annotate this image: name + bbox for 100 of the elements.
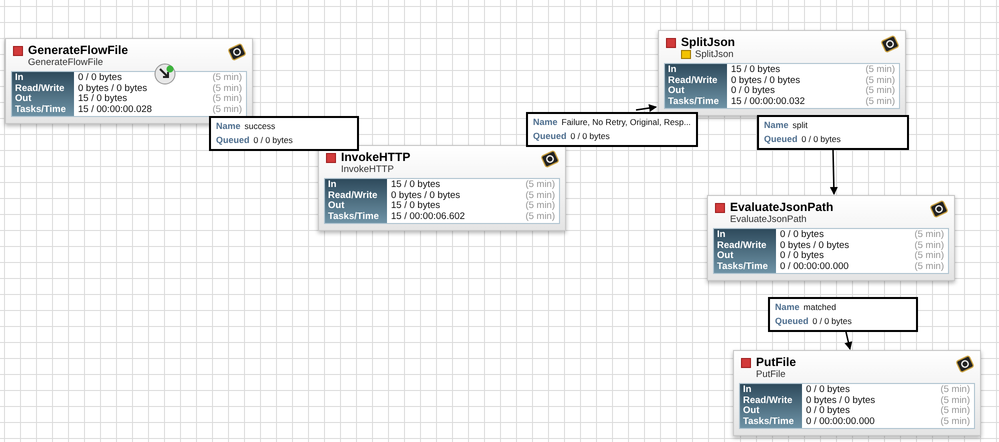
- connection-label[interactable]: Name matched Queued 0 / 0 bytes: [768, 297, 918, 332]
- stat-value: 15 / 0 bytes: [731, 65, 780, 76]
- stat-value: 0 bytes / 0 bytes: [731, 76, 800, 86]
- stat-value: 0 bytes / 0 bytes: [780, 240, 850, 251]
- stat-window: (5 min): [940, 416, 970, 427]
- stat-value: 0 bytes / 0 bytes: [806, 396, 876, 406]
- processor-name: GenerateFlowFile: [28, 43, 130, 57]
- connection-label[interactable]: Name success Queued 0 / 0 bytes: [209, 116, 359, 151]
- processor-node[interactable]: SplitJson SplitJson In Read/Write Out Tasks/Time 15 / 0 bytes (5 min) 0 bytes / 0 bytes (5 min) 0 / 0 bytes (5 min) 15 / 00:00:00.032 (5 min): [658, 30, 906, 116]
- processor-type: GenerateFlowFile: [28, 57, 103, 68]
- connection-name: Failure, No Retry, Original, Resp...: [562, 116, 691, 129]
- queued-value: 0 / 0 bytes: [254, 134, 293, 147]
- stat-window: (5 min): [865, 65, 895, 76]
- name-label: Name: [533, 116, 558, 129]
- stat-label: Read/Write: [668, 76, 718, 86]
- stat-value: 0 / 0 bytes: [780, 251, 824, 262]
- stopped-status-icon: [715, 203, 725, 213]
- stat-label: Read/Write: [15, 84, 66, 94]
- stat-label: Read/Write: [743, 396, 794, 406]
- connection-name: matched: [804, 301, 836, 314]
- stat-window: (5 min): [865, 76, 895, 86]
- queued-value: 0 / 0 bytes: [812, 315, 852, 328]
- stat-value: 15 / 00:00:00.028: [78, 104, 152, 115]
- stat-window: (5 min): [525, 212, 555, 222]
- name-label: Name: [775, 301, 800, 314]
- stat-label: Read/Write: [717, 240, 768, 251]
- processor-node[interactable]: EvaluateJsonPath EvaluateJsonPath In Read/Write Out Tasks/Time 0 / 0 bytes (5 min) 0 bytes / 0 bytes (5 min) 0 / 0 bytes (5 min) 0 / 00:00:00.000 (5 min): [707, 195, 955, 281]
- stat-label: In: [15, 73, 24, 84]
- stat-value: 0 / 00:00:00.000: [780, 262, 849, 272]
- processor-name: InvokeHTTP: [341, 150, 412, 164]
- name-label: Name: [764, 119, 789, 132]
- processor-name: EvaluateJsonPath: [730, 200, 834, 214]
- processor-type: SplitJson: [695, 49, 734, 60]
- connection-name: split: [792, 119, 808, 132]
- connection-label[interactable]: Name Failure, No Retry, Original, Resp... Queued 0 / 0 bytes: [526, 112, 698, 147]
- stat-window: (5 min): [525, 190, 555, 201]
- stat-window: (5 min): [212, 84, 242, 94]
- stopped-status-icon: [741, 358, 751, 368]
- connection-line[interactable]: [636, 104, 657, 112]
- stat-value: 0 bytes / 0 bytes: [391, 190, 460, 201]
- stat-window: (5 min): [940, 406, 970, 416]
- stat-window: (5 min): [914, 240, 944, 251]
- stat-label: Out: [668, 86, 686, 96]
- queued-value: 0 / 0 bytes: [570, 130, 610, 143]
- connection-line[interactable]: [844, 332, 852, 350]
- stat-label: In: [743, 385, 752, 396]
- processor-node[interactable]: PutFile PutFile In Read/Write Out Tasks/Time 0 / 0 bytes (5 min) 0 bytes / 0 bytes (5 min) 0 / 0 bytes (5 min) 0 / 00:00:00.000 (5 min): [733, 350, 981, 436]
- processor-name: SplitJson: [681, 35, 736, 49]
- stat-window: (5 min): [525, 180, 555, 190]
- stat-value: 0 / 0 bytes: [731, 86, 775, 96]
- stat-label: Read/Write: [328, 190, 378, 201]
- stat-value: 15 / 00:00:06.602: [391, 212, 465, 222]
- stat-label: Out: [328, 201, 346, 212]
- stat-window: (5 min): [525, 201, 555, 212]
- stat-label: Tasks/Time: [668, 96, 720, 107]
- processor-type: InvokeHTTP: [341, 164, 394, 175]
- queued-label: Queued: [764, 133, 798, 146]
- stat-window: (5 min): [914, 230, 944, 240]
- stat-window: (5 min): [940, 385, 970, 396]
- stat-label: Tasks/Time: [15, 104, 67, 115]
- processor-node[interactable]: GenerateFlowFile GenerateFlowFile In Read/Write Out Tasks/Time 0 / 0 bytes (5 min) 0 bytes / 0 bytes (5 min) 15 / 0 bytes (5 min) 15 / 00:00:00.028 (5 min): [5, 38, 253, 124]
- stopped-status-icon: [326, 153, 336, 163]
- stat-value: 0 / 00:00:00.000: [806, 416, 875, 427]
- stopped-status-icon: [13, 46, 23, 56]
- stopped-status-icon: [666, 38, 676, 48]
- connection-label[interactable]: Name split Queued 0 / 0 bytes: [757, 115, 909, 150]
- processor-type: EvaluateJsonPath: [730, 214, 807, 225]
- stat-window: (5 min): [914, 251, 944, 262]
- stat-window: (5 min): [865, 86, 895, 96]
- stat-window: (5 min): [212, 104, 242, 115]
- stat-window: (5 min): [940, 396, 970, 406]
- connect-icon[interactable]: [154, 63, 176, 85]
- stat-value: 15 / 00:00:00.032: [731, 96, 805, 107]
- stat-value: 15 / 0 bytes: [78, 94, 128, 104]
- queued-label: Queued: [216, 134, 250, 147]
- processor-node[interactable]: InvokeHTTP InvokeHTTP In Read/Write Out Tasks/Time 15 / 0 bytes (5 min) 0 bytes / 0 bytes (5 min) 15 / 0 bytes (5 min) 15 / 00:00:06.602 (5 min): [318, 145, 566, 231]
- stat-label: Tasks/Time: [717, 262, 769, 272]
- processor-name: PutFile: [756, 355, 798, 369]
- stat-label: Out: [717, 251, 734, 262]
- stat-value: 15 / 0 bytes: [391, 180, 440, 190]
- stat-label: Tasks/Time: [743, 416, 795, 427]
- stat-window: (5 min): [212, 73, 242, 84]
- queued-label: Queued: [533, 130, 567, 143]
- queued-label: Queued: [775, 315, 809, 328]
- stat-window: (5 min): [865, 96, 895, 107]
- processor-type: PutFile: [756, 369, 786, 380]
- stat-label: In: [328, 180, 338, 190]
- stat-value: 0 bytes / 0 bytes: [78, 84, 148, 94]
- stat-window: (5 min): [914, 262, 944, 272]
- stat-value: 0 / 0 bytes: [78, 73, 122, 84]
- connection-line[interactable]: [830, 148, 838, 195]
- stat-label: Tasks/Time: [328, 212, 380, 222]
- stat-label: In: [717, 230, 726, 240]
- stat-window: (5 min): [212, 94, 242, 104]
- stat-value: 0 / 0 bytes: [780, 230, 824, 240]
- stat-label: In: [668, 65, 678, 76]
- stat-value: 0 / 0 bytes: [806, 406, 850, 416]
- stat-label: Out: [15, 94, 32, 104]
- stat-value: 0 / 0 bytes: [806, 385, 850, 396]
- stat-value: 15 / 0 bytes: [391, 201, 440, 212]
